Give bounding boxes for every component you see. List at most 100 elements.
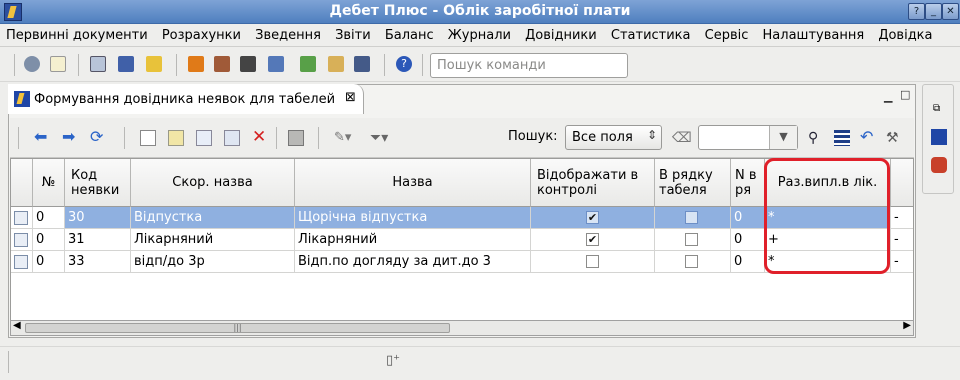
filter-dropdown-icon[interactable]: ⏷▾ [370, 130, 396, 146]
menu-reports[interactable]: Звіти [329, 24, 375, 43]
in-row-checkbox[interactable] [685, 255, 698, 268]
cell-name[interactable]: Лікарняний [295, 229, 531, 251]
row-selector[interactable] [14, 211, 28, 225]
photo-icon[interactable] [214, 56, 230, 72]
row-selector[interactable] [14, 255, 28, 269]
binoculars-icon[interactable]: ⚲ [808, 130, 824, 146]
edit-record-icon[interactable] [168, 130, 184, 146]
cell-n-row[interactable]: 0 [731, 229, 765, 251]
maximize-view-icon[interactable]: □ [900, 88, 910, 101]
monitor-icon[interactable] [118, 56, 134, 72]
app-view-icon[interactable] [931, 129, 947, 145]
cell-name[interactable]: Щорічна відпустка [295, 207, 531, 229]
cell-in-row[interactable] [655, 251, 731, 273]
header-in-timesheet-row[interactable]: В рядку табеля [655, 159, 731, 207]
help-icon[interactable]: ? [396, 56, 412, 72]
horizontal-scrollbar[interactable]: ◀ ||| ▶ [10, 320, 914, 336]
chevron-down-icon[interactable]: ▼ [769, 126, 797, 149]
scroll-left-icon[interactable]: ◀ [13, 320, 21, 331]
menu-journals[interactable]: Журнали [442, 24, 515, 43]
close-button[interactable]: ✕ [942, 3, 959, 20]
refresh-icon[interactable]: ⟳ [90, 129, 106, 146]
row-marker[interactable] [11, 251, 33, 273]
delete-icon[interactable]: ✕ [252, 129, 268, 146]
show-checkbox[interactable] [586, 255, 599, 268]
cell-show[interactable]: ✔ [531, 229, 655, 251]
show-checkbox[interactable]: ✔ [586, 211, 599, 224]
header-code[interactable]: Код неявки [65, 159, 131, 207]
menu-summaries[interactable]: Зведення [249, 24, 325, 43]
camera-icon[interactable] [240, 56, 256, 72]
menu-directories[interactable]: Довідники [519, 24, 601, 43]
lightning-icon[interactable] [146, 56, 162, 72]
tools-icon[interactable] [354, 56, 370, 72]
menu-statistics[interactable]: Статистика [605, 24, 695, 43]
new-document-icon[interactable] [50, 56, 66, 72]
undo-icon[interactable]: ↶ [860, 129, 876, 146]
help-window-icon[interactable]: ? [908, 3, 925, 20]
tab-absence-directory[interactable]: Формування довідника неявок для табелей … [8, 84, 364, 114]
users-icon[interactable] [931, 157, 947, 173]
fast-view-icon[interactable]: ▯⁺ [386, 353, 400, 368]
menu-primary-docs[interactable]: Первинні документи [0, 24, 152, 43]
header-show-in-control[interactable]: Відображати в контролі [531, 159, 655, 207]
cell-separate-payment[interactable]: + [765, 229, 891, 251]
restore-icon[interactable]: ⧉ [933, 103, 940, 114]
menu-service[interactable]: Сервіс [699, 24, 753, 43]
row-marker[interactable] [11, 229, 33, 251]
menu-help[interactable]: Довідка [872, 24, 936, 43]
cell-in-row[interactable] [655, 229, 731, 251]
menu-settings[interactable]: Налаштування [757, 24, 869, 43]
cell-n-row[interactable]: 0 [731, 207, 765, 229]
row-marker[interactable] [11, 207, 33, 229]
cell-short-name[interactable]: відп/до 3р [131, 251, 295, 273]
show-checkbox[interactable]: ✔ [586, 233, 599, 246]
hammer-icon[interactable]: ⚒ [886, 130, 902, 146]
header-n-in-row[interactable]: N в ря [731, 159, 765, 207]
table-row[interactable]: 0 33 відп/до 3р Відп.по догляду за дит.д… [11, 251, 913, 273]
eraser-icon[interactable]: ⌫ [672, 130, 692, 146]
cell-code[interactable]: 30 [65, 207, 131, 229]
in-row-checkbox[interactable] [685, 211, 698, 224]
print-icon[interactable] [288, 130, 304, 146]
cell-code[interactable]: 33 [65, 251, 131, 273]
cell-name[interactable]: Відп.по догляду за дит.до 3 [295, 251, 531, 273]
duplicate-record-icon[interactable] [224, 130, 240, 146]
scroll-right-icon[interactable]: ▶ [903, 320, 911, 331]
close-tab-icon[interactable]: ⊠ [345, 90, 356, 105]
copy-record-icon[interactable] [196, 130, 212, 146]
cell-show[interactable] [531, 251, 655, 273]
cell-extra[interactable]: - [891, 251, 913, 273]
menu-balance[interactable]: Баланс [379, 24, 438, 43]
header-separate-payment[interactable]: Раз.випл.в лік. [765, 159, 891, 207]
cell-short-name[interactable]: Відпустка [131, 207, 295, 229]
command-search-input[interactable]: Пошук команди [430, 53, 628, 78]
new-record-icon[interactable] [140, 130, 156, 146]
database-icon[interactable] [24, 56, 40, 72]
cell-extra[interactable]: - [891, 207, 913, 229]
calendar-icon[interactable] [268, 56, 284, 72]
cell-separate-payment[interactable]: * [765, 207, 891, 229]
cell-extra[interactable]: - [891, 229, 913, 251]
minimize-view-icon[interactable]: ▁ [884, 90, 892, 103]
search-input[interactable]: ▼ [698, 125, 798, 150]
header-name[interactable]: Назва [295, 159, 531, 207]
columns-icon[interactable] [834, 130, 850, 146]
row-selector[interactable] [14, 233, 28, 247]
cell-separate-payment[interactable]: * [765, 251, 891, 273]
cell-show[interactable]: ✔ [531, 207, 655, 229]
arrow-left-icon[interactable]: ⬅ [34, 129, 50, 146]
orange-book-icon[interactable] [188, 56, 204, 72]
header-short-name[interactable]: Скор. назва [131, 159, 295, 207]
menu-calculations[interactable]: Розрахунки [156, 24, 245, 43]
header-row-num[interactable]: № [33, 159, 65, 207]
minimize-button[interactable]: _ [925, 3, 942, 20]
table-row[interactable]: 0 30 Відпустка Щорічна відпустка ✔ 0 * - [11, 207, 913, 229]
cell-n-row[interactable]: 0 [731, 251, 765, 273]
wand-dropdown-icon[interactable]: ✎▾ [334, 130, 360, 146]
arrow-right-icon[interactable]: ➡ [62, 129, 78, 146]
in-row-checkbox[interactable] [685, 233, 698, 246]
cell-short-name[interactable]: Лікарняний [131, 229, 295, 251]
add-user-icon[interactable] [300, 56, 316, 72]
cell-in-row[interactable] [655, 207, 731, 229]
